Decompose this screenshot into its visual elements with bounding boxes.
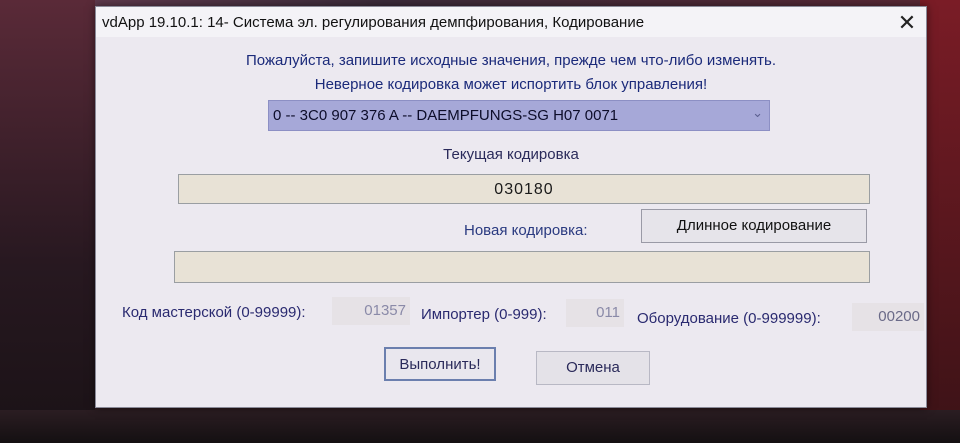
new-coding-label: Новая кодировка:: [464, 222, 588, 239]
new-coding-input[interactable]: [174, 251, 870, 283]
importer-label: Импортер (0-999):: [421, 306, 547, 323]
workshop-code-input[interactable]: 01357: [332, 297, 410, 325]
current-coding-field: 030180: [178, 174, 870, 204]
ecu-select-dropdown[interactable]: 0 -- 3C0 907 376 A -- DAEMPFUNGS-SG H07 …: [268, 100, 770, 131]
close-icon[interactable]: ✕: [894, 11, 920, 35]
ecu-select-value: 0 -- 3C0 907 376 A -- DAEMPFUNGS-SG H07 …: [273, 107, 619, 124]
current-coding-value: 030180: [494, 181, 554, 198]
chevron-down-icon[interactable]: ⌄: [752, 105, 763, 121]
background-bottom: [0, 410, 960, 443]
warning-line-2: Неверное кодировка может испортить блок …: [314, 76, 708, 93]
execute-button[interactable]: Выполнить!: [384, 347, 496, 381]
workshop-code-label: Код мастерской (0-99999):: [122, 304, 306, 321]
background-left: [0, 0, 95, 443]
warning-line-1: Пожалуйста, запишите исходные значения, …: [245, 52, 777, 69]
window-title: vdApp 19.10.1: 14- Система эл. регулиров…: [102, 14, 645, 31]
current-coding-label: Текущая кодировка: [443, 146, 579, 163]
cancel-button[interactable]: Отмена: [536, 351, 650, 385]
importer-input[interactable]: 011: [566, 299, 624, 327]
long-coding-button[interactable]: Длинное кодирование: [641, 209, 867, 243]
coding-dialog: vdApp 19.10.1: 14- Система эл. регулиров…: [95, 6, 927, 408]
title-bar[interactable]: vdApp 19.10.1: 14- Система эл. регулиров…: [96, 7, 926, 37]
equipment-label: Оборудование (0-999999):: [637, 310, 821, 327]
equipment-input[interactable]: 00200: [852, 303, 924, 331]
